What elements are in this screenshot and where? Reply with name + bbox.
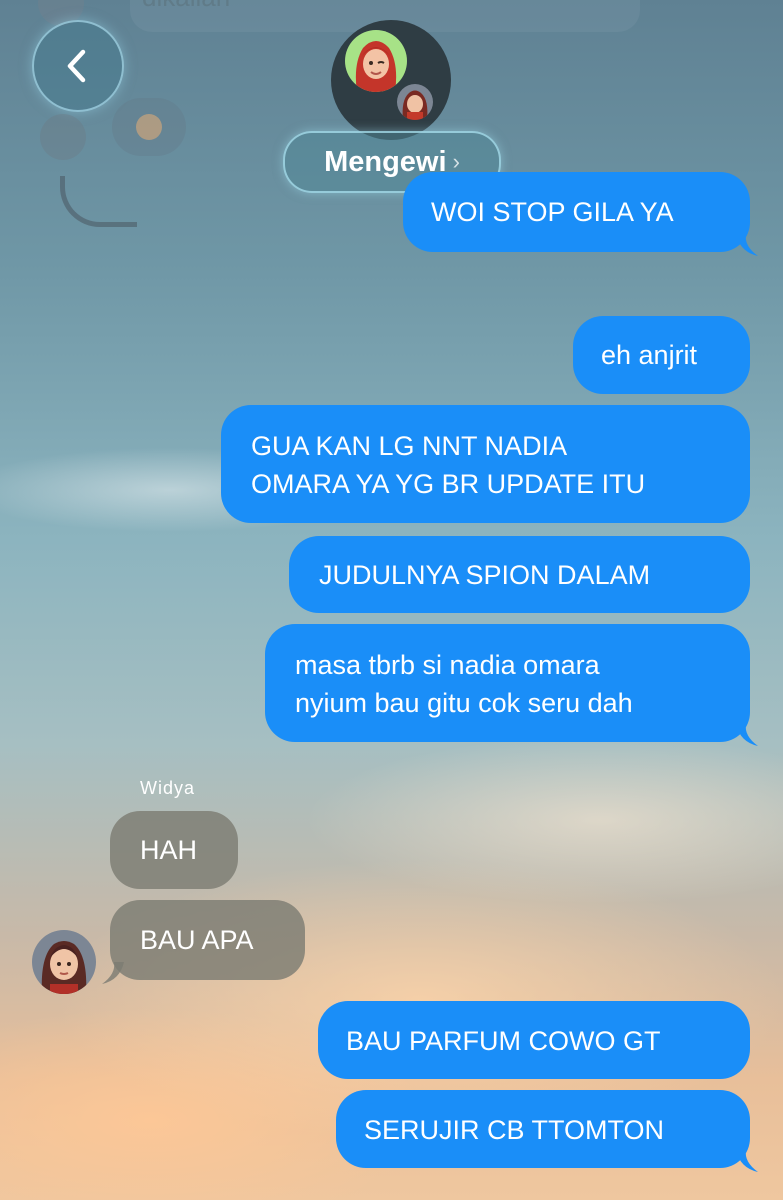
message-line: GUA KAN LG NNT NADIA xyxy=(251,431,568,461)
bubble-tail xyxy=(736,1150,758,1172)
message-bubble[interactable]: masa tbrb si nadia omara nyium bau gitu … xyxy=(265,624,758,746)
message-bubble[interactable]: BAU PARFUM COWO GT xyxy=(318,1001,750,1079)
faded-previous-text: dikalian xyxy=(142,0,230,13)
message-bubble[interactable]: BAU APA xyxy=(102,900,305,984)
message-text: SERUJIR CB TTOMTON xyxy=(364,1115,665,1145)
memoji-mini-avatar xyxy=(397,84,433,120)
faded-reaction-avatar xyxy=(40,114,86,160)
message-bubble[interactable]: WOI STOP GILA YA xyxy=(403,172,758,256)
chevron-left-icon xyxy=(67,49,86,83)
memoji-avatar xyxy=(345,30,407,92)
faded-emoji-reaction xyxy=(112,98,186,156)
message-text: HAH xyxy=(140,835,198,865)
message-text: eh anjrit xyxy=(601,340,698,370)
message-line: masa tbrb si nadia omara xyxy=(295,650,600,680)
bubble-tail xyxy=(736,234,758,256)
faded-thread-line xyxy=(60,176,137,227)
message-line: OMARA YA YG BR UPDATE ITU xyxy=(251,469,646,499)
message-text: BAU PARFUM COWO GT xyxy=(346,1026,661,1056)
sender-name: Widya xyxy=(140,778,196,798)
message-line: nyium bau gitu cok seru dah xyxy=(295,688,633,718)
back-button[interactable] xyxy=(32,20,124,112)
message-bubble[interactable]: JUDULNYA SPION DALAM xyxy=(289,536,750,613)
message-text: BAU APA xyxy=(140,925,254,955)
avatar[interactable] xyxy=(32,930,96,994)
message-text: JUDULNYA SPION DALAM xyxy=(319,560,651,590)
bubble-tail xyxy=(102,962,124,984)
bubble-tail xyxy=(736,724,758,746)
message-bubble[interactable]: SERUJIR CB TTOMTON xyxy=(336,1090,758,1172)
message-text: WOI STOP GILA YA xyxy=(431,197,674,227)
group-avatar[interactable] xyxy=(331,20,451,140)
message-bubble[interactable]: eh anjrit xyxy=(573,316,750,394)
message-bubble[interactable]: GUA KAN LG NNT NADIA OMARA YA YG BR UPDA… xyxy=(221,405,750,523)
message-bubble[interactable]: HAH xyxy=(110,811,238,889)
